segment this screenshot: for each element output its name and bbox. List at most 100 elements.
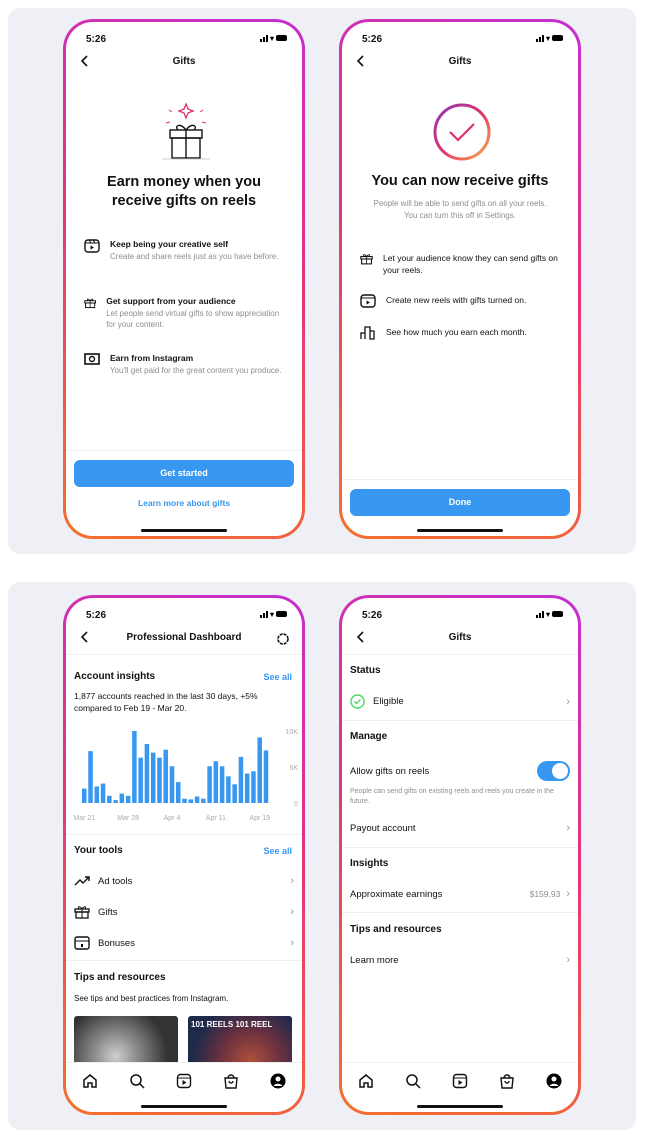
x-tick-label: Apr 11 (206, 815, 226, 822)
get-started-button[interactable]: Get started (74, 460, 294, 487)
learn-more-link[interactable]: Learn more about gifts (66, 498, 302, 508)
status-icons (260, 34, 288, 42)
gift-illustration (162, 102, 210, 160)
chart-bar (132, 731, 137, 803)
payout-account-row[interactable]: Payout account › (350, 822, 570, 834)
status-value: Eligible (373, 696, 404, 707)
divider (342, 847, 578, 848)
x-tick-label: Mar 21 (74, 815, 95, 822)
tool-label: Ad tools (98, 875, 133, 887)
chart-bar (188, 799, 194, 803)
feature-text: Let your audience know they can send gif… (383, 253, 558, 275)
settings-gear-icon[interactable] (276, 632, 290, 646)
page-title: Gifts (172, 56, 196, 67)
insights-summary: 1,877 accounts reached in the last 30 da… (74, 691, 258, 713)
learn-more-row[interactable]: Learn more › (350, 954, 570, 966)
status-time: 5:26 (362, 610, 383, 621)
gift-icon (84, 298, 96, 309)
feature-title: Get support from your audience (106, 296, 236, 306)
tools-title: Your tools (74, 845, 123, 856)
subtitle: People will be able to send gifts on all… (373, 199, 547, 220)
chevron-right-icon: › (566, 822, 570, 834)
home-icon[interactable] (82, 1073, 98, 1089)
headline: You can now receive gifts (371, 173, 549, 189)
chevron-right-icon: › (290, 906, 294, 918)
tool-bonuses[interactable]: Bonuses › (74, 936, 294, 950)
home-indicator (417, 529, 503, 532)
learn-more-label: Learn more (350, 954, 399, 966)
chevron-right-icon: › (566, 888, 570, 900)
chevron-right-icon: › (290, 875, 294, 887)
bonuses-icon (74, 936, 90, 950)
tool-ad-tools[interactable]: Ad tools › (74, 875, 294, 887)
chart-bar (169, 766, 175, 803)
divider (66, 450, 302, 451)
reels-icon (360, 294, 376, 308)
insights-title: Account insights (74, 671, 156, 682)
chart-bar (138, 757, 143, 803)
reels-icon[interactable] (176, 1073, 192, 1089)
page-title: Gifts (448, 632, 472, 643)
divider (342, 720, 578, 721)
chart-bar (263, 750, 269, 803)
search-icon[interactable] (405, 1073, 421, 1089)
shop-icon[interactable] (223, 1073, 239, 1089)
profile-avatar-icon[interactable] (546, 1073, 562, 1089)
tips-title: Tips and resources (74, 972, 166, 983)
checkmark-circle-icon (433, 103, 491, 161)
y-tick-label: 10K (286, 729, 299, 736)
status-section-title: Status (350, 665, 381, 676)
feature-text: See how much you earn each month. (386, 327, 527, 337)
earnings-row[interactable]: Approximate earnings $159.93 › (350, 888, 570, 900)
chart-bar (219, 766, 225, 803)
bottom-tab-bar (342, 1062, 578, 1098)
chart-bar (238, 756, 244, 803)
divider (66, 960, 302, 961)
status-row[interactable]: Eligible › (350, 694, 570, 709)
payout-label: Payout account (350, 822, 416, 834)
chart-bar (82, 788, 87, 803)
status-icons (536, 610, 564, 618)
chart-bar (163, 749, 168, 803)
tip-thumbnail[interactable] (74, 1016, 178, 1066)
divider (342, 654, 578, 655)
shop-icon[interactable] (499, 1073, 515, 1089)
allow-gifts-toggle[interactable] (537, 761, 570, 781)
chevron-right-icon: › (566, 695, 570, 708)
chart-bar (157, 757, 162, 803)
done-button[interactable]: Done (350, 489, 570, 516)
chart-bar (244, 773, 250, 803)
check-circle-icon (350, 694, 365, 709)
chevron-right-icon: › (566, 954, 570, 966)
profile-avatar-icon[interactable] (270, 1073, 286, 1089)
chart-bar (150, 752, 156, 803)
bottom-tab-bar (66, 1062, 302, 1098)
feature-list: Let your audience know they can send gif… (360, 252, 560, 340)
feature-title: Keep being your creative self (110, 239, 229, 249)
home-indicator (141, 529, 227, 532)
insights-see-all-link[interactable]: See all (263, 672, 292, 682)
chart-bar (144, 743, 150, 803)
money-icon (84, 353, 100, 365)
reach-bar-chart: 10K 5K 0 Mar 21 Mar 28 Apr 4 Apr 11 Apr 19 (74, 729, 299, 822)
feature-desc: Let people send virtual gifts to show ap… (106, 309, 280, 329)
trending-up-icon (74, 876, 90, 886)
divider (342, 912, 578, 913)
x-tick-label: Apr 4 (164, 815, 181, 822)
feature-item: Earn from Instagram You'll get paid for t… (84, 353, 284, 376)
phone-earn-money: 5:26 Gifts Earn money when you receive g… (63, 19, 305, 539)
feature-list: Keep being your creative self Create and … (84, 239, 284, 376)
chart-bar (107, 795, 112, 803)
feature-item: Create new reels with gifts turned on. (360, 294, 560, 326)
tip-thumbnail[interactable]: 101 REELS 101 REEL (188, 1016, 292, 1066)
status-time: 5:26 (86, 610, 107, 621)
feature-title: Earn from Instagram (110, 353, 194, 363)
home-icon[interactable] (358, 1073, 374, 1089)
chart-bar (94, 786, 100, 803)
feature-item: See how much you earn each month. (360, 326, 560, 340)
search-icon[interactable] (129, 1073, 145, 1089)
feature-item: Let your audience know they can send gif… (360, 252, 560, 294)
tools-see-all-link[interactable]: See all (263, 846, 292, 856)
reels-icon[interactable] (452, 1073, 468, 1089)
tool-gifts[interactable]: Gifts › (74, 905, 294, 919)
